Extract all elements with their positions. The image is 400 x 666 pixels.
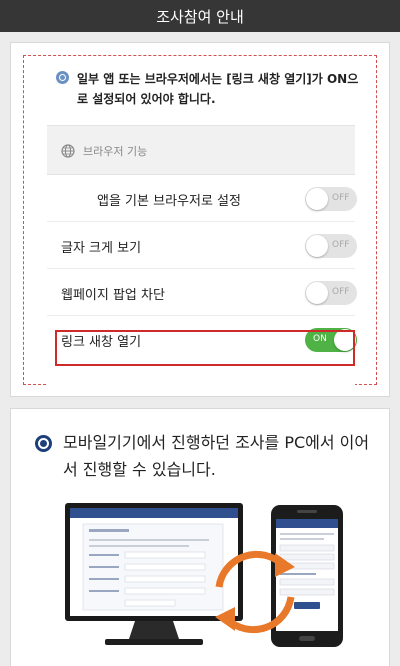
pc-continue-panel: 모바일기기에서 진행하던 조사를 PC에서 이어서 진행할 수 있습니다. [10,408,390,666]
toggle-state: OFF [332,287,350,297]
toggle-state: OFF [332,240,350,250]
settings-section-title: 브라우저 기능 [83,145,148,158]
default-browser-toggle[interactable]: OFF [305,187,357,211]
toggle-knob [306,235,328,257]
page-title: 조사참여 안내 [156,7,244,26]
pc-continue-text: 모바일기기에서 진행하던 조사를 PC에서 이어서 진행할 수 있습니다. [63,433,370,479]
toggle-knob [306,188,328,210]
bullet-icon [35,435,52,452]
setting-label: 글자 크게 보기 [61,241,142,256]
smartphone-icon [271,505,343,647]
toggle-state: OFF [332,193,350,203]
setting-label: 웹페이지 팝업 차단 [61,288,165,303]
setting-row-popup-block: 웹페이지 팝업 차단 OFF [47,269,357,316]
devices-illustration [65,503,343,647]
settings-section-header: 브라우저 기능 [47,125,355,175]
highlight-box [55,330,355,366]
monitor-icon [65,503,243,645]
popup-block-toggle[interactable]: OFF [305,281,357,305]
notice-text: 일부 앱 또는 브라우저에서는 [링크 새창 열기]가 ON으로 설정되어 있어… [77,72,359,106]
setting-row-large-text: 글자 크게 보기 OFF [47,222,357,269]
globe-icon [61,144,75,158]
setting-label: 앱을 기본 브라우저로 설정 [97,194,241,209]
setting-row-default-browser: 앱을 기본 브라우저로 설정 OFF [47,175,357,222]
large-text-toggle[interactable]: OFF [305,234,357,258]
bullet-icon [56,71,69,84]
page-header: 조사참여 안내 [0,0,400,32]
toggle-knob [306,282,328,304]
